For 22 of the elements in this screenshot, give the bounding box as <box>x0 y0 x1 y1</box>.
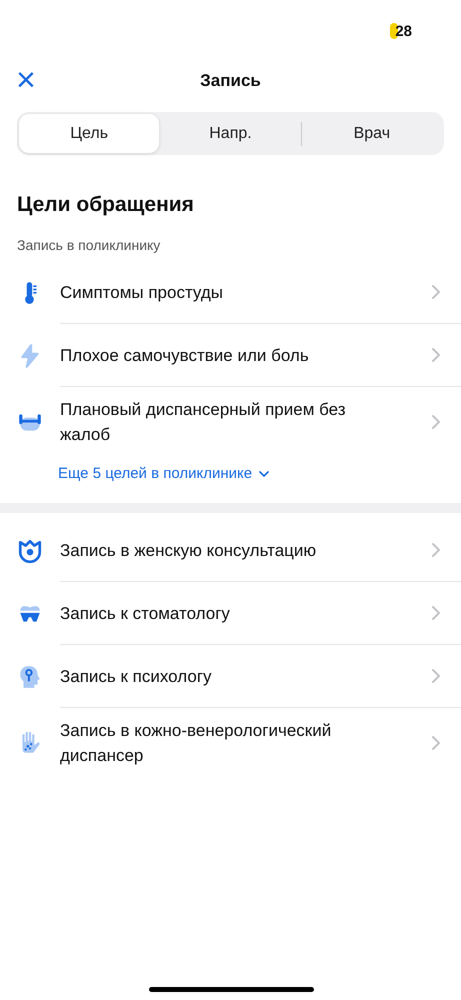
item-label: Запись в женскую консультацию <box>60 540 318 562</box>
list-item[interactable]: Плохое самочувствие или боль <box>0 324 461 387</box>
show-more-link[interactable]: Еще 5 целей в поликлинике <box>56 461 272 486</box>
close-button[interactable]: × <box>12 63 40 97</box>
item-label: Плановый диспансерный прием без жалоб <box>60 399 347 446</box>
list-item[interactable]: Симптомы простуды <box>0 261 461 324</box>
section-subtitle: Запись в поликлинику <box>17 237 162 253</box>
list-item[interactable]: Запись в кожно-венерологический диспансер <box>0 708 461 778</box>
list-item[interactable]: Запись к психологу <box>0 645 461 708</box>
tab[interactable]: Напр. <box>160 114 301 153</box>
item-label: Запись к стоматологу <box>60 602 231 624</box>
list-item[interactable]: Запись в женскую консультацию <box>0 519 461 582</box>
tab[interactable]: Цель <box>19 114 160 153</box>
section-heading: Цели обращения <box>17 193 195 217</box>
list-item[interactable]: Плановый диспансерный прием без жалоб <box>0 387 461 457</box>
item-label: Запись к психологу <box>60 666 213 688</box>
item-label: Симптомы простуды <box>60 282 224 304</box>
item-label: Запись в кожно-венерологический диспансер <box>60 720 332 767</box>
screen-title: Запись <box>200 71 261 91</box>
item-label: Плохое самочувствие или боль <box>60 344 310 366</box>
list-item[interactable]: Запись к стоматологу <box>0 582 461 645</box>
tab[interactable]: Врач <box>302 114 442 153</box>
